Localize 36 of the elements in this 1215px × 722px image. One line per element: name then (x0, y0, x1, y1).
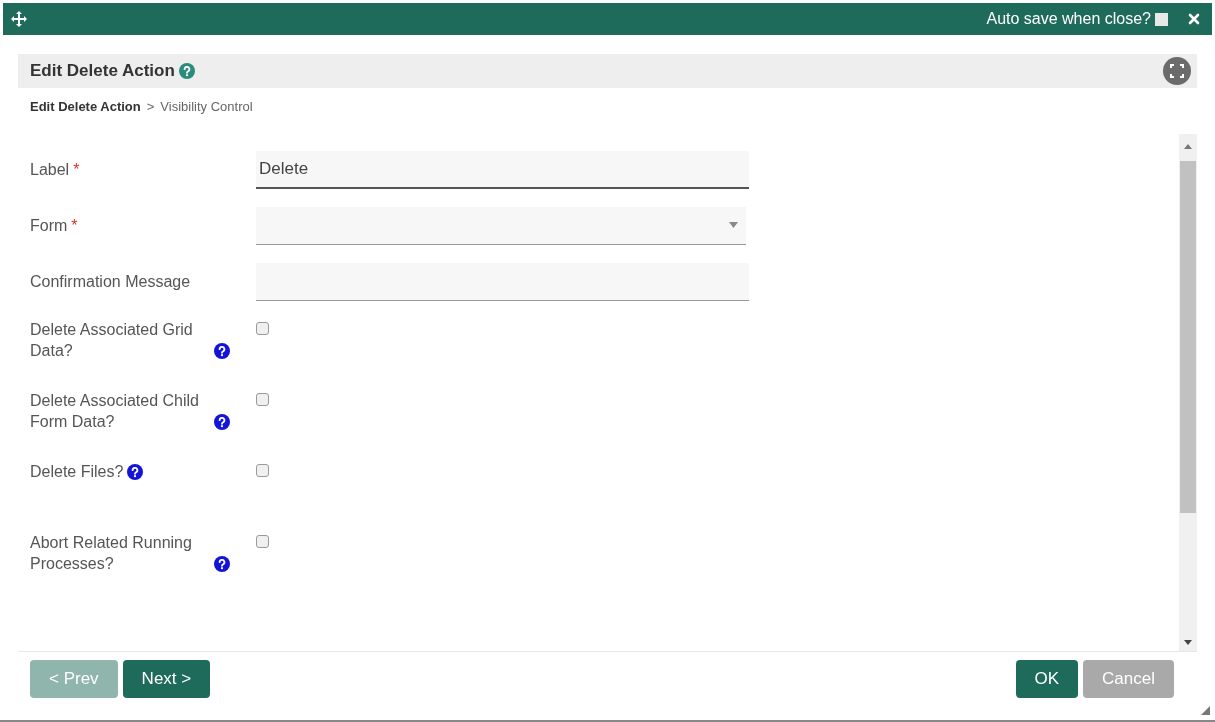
scroll-up-icon[interactable] (1184, 143, 1192, 149)
scroll-down-icon[interactable] (1184, 639, 1192, 645)
move-icon[interactable] (11, 11, 27, 27)
fullscreen-icon[interactable] (1163, 57, 1191, 85)
help-icon[interactable] (214, 413, 230, 430)
breadcrumb-item[interactable]: Visibility Control (160, 97, 253, 117)
text-field[interactable]: Delete (256, 150, 749, 189)
breadcrumb-item[interactable]: > (146, 97, 155, 117)
field-label: Delete Associated Child Form Data? (30, 390, 200, 432)
dialog-title: Edit Delete Action (30, 60, 175, 83)
text-field[interactable] (256, 262, 749, 301)
checkbox[interactable] (256, 534, 269, 548)
field-label: Label (30, 160, 70, 180)
scrollbar[interactable] (1179, 133, 1197, 651)
checkbox[interactable] (256, 321, 269, 335)
nav-button[interactable]: Next > (122, 659, 211, 698)
help-icon[interactable] (127, 463, 144, 480)
field-label: Abort Related Running Processes? (30, 532, 193, 574)
dropdown-caret-icon (729, 222, 738, 228)
select-field[interactable] (256, 206, 746, 245)
autosave-checkbox[interactable] (1155, 12, 1168, 26)
field-label: Confirmation Message (30, 272, 191, 292)
help-icon[interactable] (214, 342, 230, 359)
help-icon[interactable] (214, 555, 230, 572)
close-icon[interactable] (1188, 13, 1200, 25)
dialog-button[interactable]: OK (1015, 659, 1079, 698)
checkbox[interactable] (256, 392, 269, 406)
breadcrumb-item: Edit Delete Action (30, 98, 141, 116)
required-mark: * (73, 160, 80, 180)
field-label: Delete Associated Grid Data? (30, 319, 194, 361)
field-label: Form (30, 216, 68, 236)
resize-grip-icon[interactable] (1201, 706, 1210, 715)
autosave-label: Auto save when close? (986, 9, 1151, 29)
required-mark: * (71, 216, 78, 236)
checkbox[interactable] (256, 463, 269, 477)
field-label: Delete Files? (30, 461, 124, 482)
